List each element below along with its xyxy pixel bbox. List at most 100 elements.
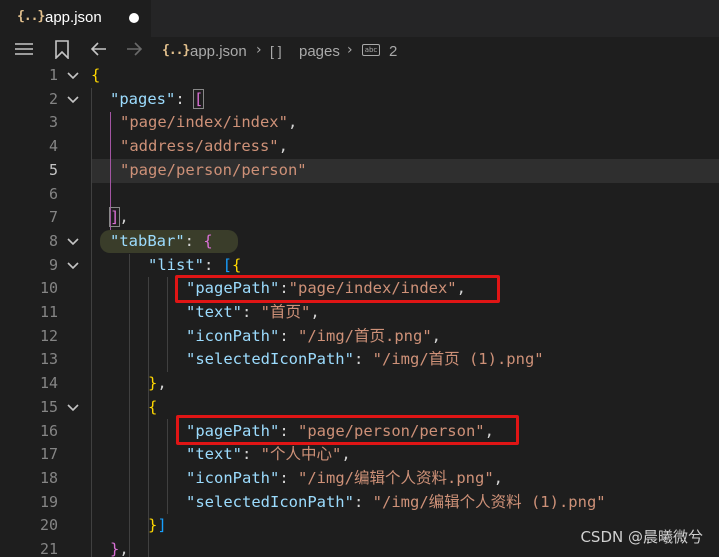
- string-icon: abc: [362, 44, 380, 56]
- editor-tab-bar: {..} app.json: [0, 0, 719, 37]
- breadcrumb: {..} app.json › [ ] pages › abc 2: [0, 37, 719, 64]
- line-number: 9: [48, 255, 58, 274]
- comma: ,: [493, 468, 503, 487]
- line-number: 8: [48, 231, 58, 250]
- back-arrow-icon[interactable]: [90, 41, 108, 61]
- line-number: 17: [39, 445, 58, 464]
- line-number: 11: [39, 303, 58, 321]
- comma: ,: [341, 445, 351, 464]
- line-number: 3: [48, 113, 58, 132]
- code-line[interactable]: 4 "address/address",: [0, 135, 719, 159]
- brace: }: [148, 374, 158, 393]
- fold-chevron-down-icon[interactable]: [66, 401, 80, 415]
- line-number: 2: [48, 89, 58, 108]
- code-line[interactable]: 7 ],: [0, 206, 719, 230]
- comma: ,: [431, 326, 441, 345]
- annotation-box: [176, 415, 519, 445]
- bracket: [: [192, 88, 205, 109]
- line-number: 4: [48, 137, 58, 156]
- chevron-right-icon: ›: [256, 42, 262, 58]
- unsaved-dot-icon[interactable]: [129, 13, 139, 23]
- breadcrumb-key[interactable]: pages: [299, 43, 340, 60]
- code-line[interactable]: 11 "text": "首页",: [0, 301, 719, 325]
- json-string: "首页": [260, 303, 311, 321]
- line-number: 10: [39, 279, 58, 298]
- line-number: 14: [39, 374, 58, 393]
- json-string: "/img/首页 (1).png": [372, 350, 544, 369]
- tab-app-json[interactable]: {..} app.json: [0, 0, 151, 37]
- list-icon[interactable]: [14, 40, 34, 62]
- bracket: [: [222, 255, 233, 274]
- json-key: "list": [148, 255, 204, 274]
- colon: :: [242, 445, 261, 464]
- json-key: "text": [186, 303, 242, 321]
- json-key: "selectedIconPath": [186, 492, 354, 511]
- comma: ,: [310, 303, 320, 321]
- json-file-icon: {..}: [162, 43, 190, 58]
- code-line[interactable]: 12 "iconPath": "/img/首页.png",: [0, 325, 719, 349]
- code-line[interactable]: 9 "list": [{: [0, 254, 719, 278]
- line-number: 12: [39, 326, 58, 345]
- fold-chevron-down-icon[interactable]: [66, 235, 80, 249]
- comma: ,: [278, 137, 288, 156]
- bracket: ]: [108, 207, 121, 228]
- colon: :: [353, 492, 373, 511]
- code-line[interactable]: 17 "text": "个人中心",: [0, 443, 719, 467]
- line-number: 20: [39, 516, 58, 535]
- forward-arrow-icon[interactable]: [125, 41, 143, 61]
- colon: :: [279, 468, 298, 487]
- code-editor[interactable]: 1 { 2 "pages": [ 3 "page/index/index", 4…: [0, 64, 719, 557]
- line-number: 7: [48, 208, 58, 227]
- tab-label: app.json: [45, 9, 102, 26]
- annotation-box: [175, 275, 500, 303]
- code-line[interactable]: 1 {: [0, 64, 719, 88]
- brace: }: [148, 516, 158, 535]
- breadcrumb-index[interactable]: 2: [389, 43, 397, 60]
- colon: :: [175, 89, 194, 108]
- line-number: 19: [39, 492, 58, 511]
- json-string: "/img/首页.png": [298, 326, 432, 345]
- bookmark-icon[interactable]: [54, 40, 70, 63]
- json-string: "/img/编辑个人资料 (1).png": [372, 492, 606, 511]
- code-line[interactable]: 13 "selectedIconPath": "/img/首页 (1).png": [0, 348, 719, 372]
- code-line[interactable]: 3 "page/index/index",: [0, 111, 719, 135]
- breadcrumb-file[interactable]: app.json: [190, 43, 247, 60]
- line-number: 13: [39, 350, 58, 369]
- code-line-active[interactable]: 5 "page/person/person": [0, 159, 719, 183]
- code-line[interactable]: 2 "pages": [: [0, 88, 719, 112]
- brace: {: [203, 231, 213, 250]
- code-line[interactable]: 14 },: [0, 372, 719, 396]
- colon: :: [184, 231, 204, 250]
- comma: ,: [119, 208, 129, 227]
- bracket: ]: [157, 516, 167, 535]
- json-string: "page/index/index": [120, 113, 288, 132]
- json-key: "pages": [110, 89, 176, 108]
- line-number: 6: [48, 184, 58, 203]
- code-line[interactable]: 6: [0, 183, 719, 207]
- code-line[interactable]: 18 "iconPath": "/img/编辑个人资料.png",: [0, 467, 719, 491]
- json-file-icon: {..}: [17, 9, 45, 24]
- chevron-right-icon: ›: [347, 42, 353, 58]
- brace: {: [148, 397, 158, 416]
- line-number-active: 5: [48, 160, 58, 179]
- colon: :: [353, 350, 373, 369]
- fold-chevron-down-icon[interactable]: [66, 259, 80, 273]
- watermark: CSDN @晨曦微兮: [580, 528, 703, 546]
- json-key: "text": [186, 445, 242, 464]
- fold-chevron-down-icon[interactable]: [66, 69, 80, 83]
- code-line[interactable]: 19 "selectedIconPath": "/img/编辑个人资料 (1).…: [0, 491, 719, 515]
- json-string: "address/address": [120, 137, 279, 156]
- line-number: 21: [39, 540, 58, 557]
- json-string: "page/person/person": [120, 160, 307, 179]
- json-key: "tabBar": [110, 231, 185, 250]
- line-number: 18: [39, 468, 58, 487]
- json-string: "个人中心": [260, 445, 342, 464]
- line-number: 15: [39, 397, 58, 416]
- brace: {: [91, 66, 101, 84]
- fold-chevron-down-icon[interactable]: [66, 93, 80, 107]
- brace: {: [232, 255, 242, 274]
- colon: :: [242, 303, 261, 321]
- array-icon: [ ]: [270, 43, 282, 59]
- code-line[interactable]: 8 "tabBar": {: [0, 230, 719, 254]
- comma: ,: [287, 113, 298, 132]
